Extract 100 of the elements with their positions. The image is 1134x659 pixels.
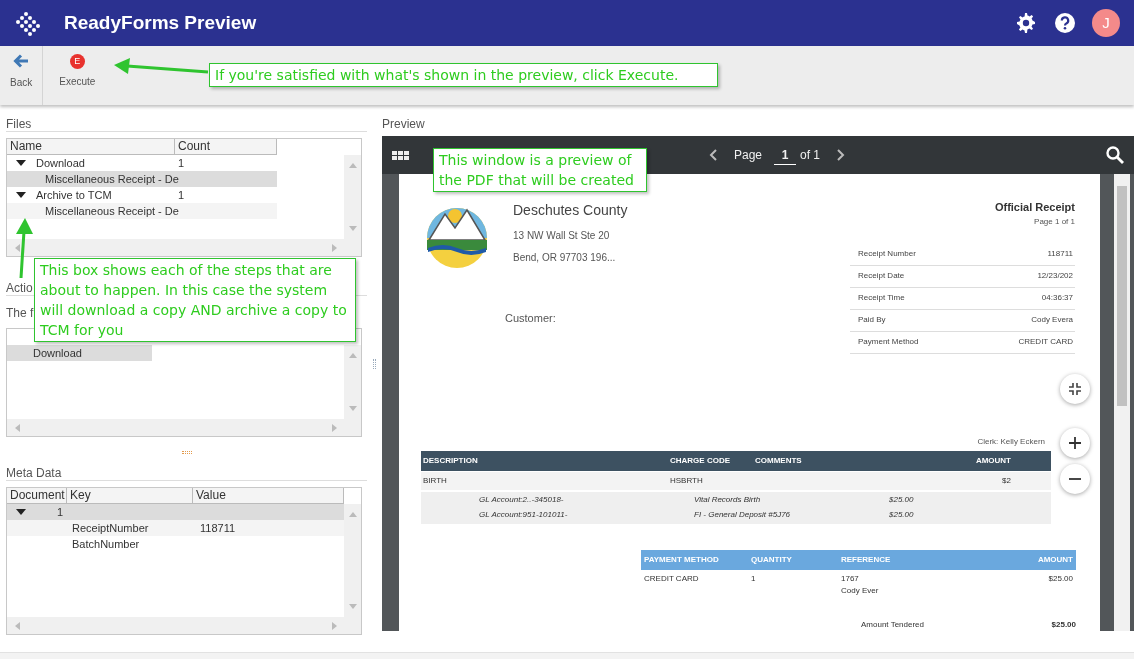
callout-note: This box shows each of the steps that are about to happen. In this case the system will download a copy AND archive a copy to TCM for you <box>34 258 356 342</box>
settings-icon[interactable] <box>1014 11 1038 35</box>
gl-account: GL Account:2..-345018- <box>478 494 565 506</box>
column-header: CHARGE CODE <box>670 454 731 467</box>
action-row[interactable]: Download <box>7 345 152 361</box>
info-label: Receipt Time <box>858 292 905 304</box>
page-note: Page 1 of 1 <box>1033 215 1075 228</box>
gl-account: GL Account:951-101011- <box>478 509 569 521</box>
info-value: CREDIT CARD <box>1018 336 1073 348</box>
app-title: ReadyForms Preview <box>64 10 257 35</box>
value-cell-text: 118711 <box>199 521 236 536</box>
column-header[interactable]: Key <box>67 488 193 504</box>
thumbnails-icon[interactable] <box>392 150 409 160</box>
vertical-scrollbar[interactable] <box>344 345 361 419</box>
section-label: Meta Data <box>6 464 367 481</box>
scroll-left-icon[interactable] <box>15 243 20 252</box>
back-button[interactable]: Back <box>0 46 43 104</box>
section-text: The f <box>6 306 34 320</box>
address-line: 13 NW Wall St Ste 20 <box>513 229 611 243</box>
scroll-down-icon[interactable] <box>348 604 357 609</box>
page-number-field[interactable]: 1 <box>774 145 797 165</box>
table-cell-text: BIRTH <box>422 474 448 487</box>
callout-note: This window is a preview of the PDF that will be created <box>433 148 647 192</box>
vertical-scrollbar[interactable] <box>1114 174 1130 631</box>
row-label: Archive to TCM <box>36 189 112 201</box>
table-cell-text: Cody Ever <box>841 584 880 597</box>
tree-row[interactable]: 1 <box>7 504 344 520</box>
fit-page-icon <box>1068 382 1082 396</box>
horizontal-scrollbar[interactable] <box>7 239 361 256</box>
column-header: AMOUNT <box>975 454 1012 467</box>
previous-page-icon[interactable] <box>709 149 718 161</box>
column-header: AMOUNT <box>1037 553 1074 566</box>
column-header: COMMENTS <box>755 454 803 467</box>
scroll-right-icon[interactable] <box>332 621 337 630</box>
scroll-right-icon[interactable] <box>332 423 337 432</box>
scroll-down-icon[interactable] <box>348 406 357 411</box>
file-row[interactable]: Miscellaneous Receipt - De <box>7 203 277 219</box>
column-header[interactable]: Count <box>175 139 277 155</box>
callout-note: If you're satisfied with what's shown in the preview, click Execute. <box>209 63 718 87</box>
column-header: DESCRIPTION <box>422 454 479 467</box>
info-value: 118711 <box>1047 248 1073 260</box>
scroll-left-icon[interactable] <box>15 621 20 630</box>
info-value: 12/23/202 <box>1037 270 1073 282</box>
scroll-up-icon[interactable] <box>348 512 357 517</box>
vertical-scrollbar[interactable] <box>344 504 361 617</box>
help-icon[interactable] <box>1054 12 1076 34</box>
vertical-scrollbar[interactable] <box>344 155 361 239</box>
scroll-up-icon[interactable] <box>348 353 357 358</box>
scroll-up-icon[interactable] <box>348 163 357 168</box>
execute-badge: E <box>69 54 85 69</box>
column-header[interactable]: Name <box>7 139 175 155</box>
back-arrow-icon <box>12 52 31 70</box>
column-header: PAYMENT METHOD <box>643 553 720 566</box>
column-header[interactable]: Value <box>193 488 344 504</box>
clerk-name: Clerk: Kelly Eckern <box>976 435 1046 448</box>
table-cell-text: $2 <box>1002 474 1012 487</box>
table-cell: 1767 <box>841 573 859 583</box>
gl-comment: FI - General Deposit #5J76 <box>694 509 792 521</box>
horizontal-scrollbar[interactable] <box>7 419 361 436</box>
scroll-right-icon[interactable] <box>332 243 337 252</box>
info-label: Receipt Number <box>858 248 916 260</box>
search-icon[interactable] <box>1106 146 1124 164</box>
document-number: 1 <box>57 505 64 520</box>
scroll-left-icon[interactable] <box>15 423 20 432</box>
key-cell-text: ReceiptNumber <box>71 521 150 536</box>
page-label: Page <box>734 147 763 164</box>
gl-amount: $25.00 <box>889 509 914 521</box>
horizontal-scrollbar[interactable] <box>7 617 361 634</box>
info-value: Cody Evera <box>1031 314 1073 326</box>
info-label: Paid By <box>858 314 886 326</box>
next-page-icon[interactable] <box>836 149 846 161</box>
table-cell-text: 1 <box>751 572 757 585</box>
customer-label: Customer: <box>505 311 557 326</box>
splitter-handle[interactable] <box>181 451 192 454</box>
count-cell-text: 1 <box>177 156 186 171</box>
table-cell-text: HSBRTH <box>670 474 704 487</box>
info-label: Payment Method <box>858 336 919 348</box>
tendered-label: Amount Tendered <box>861 618 924 631</box>
column-header[interactable]: Document <box>7 488 67 504</box>
table-cell-text: CREDIT CARD <box>643 572 700 585</box>
info-label: Receipt Date <box>858 270 905 282</box>
table-cell-text: $25.00 <box>1048 572 1074 585</box>
file-row[interactable]: Miscellaneous Receipt - De <box>7 171 277 187</box>
address-line: Bend, OR 97703 196... <box>513 251 617 265</box>
splitter-handle[interactable] <box>373 359 376 369</box>
info-value: 04:36:37 <box>1041 292 1073 304</box>
section-label: Files <box>6 115 367 132</box>
section-label: Preview <box>382 116 426 132</box>
pointer-arrow <box>14 217 34 279</box>
key-cell-text: BatchNumber <box>71 537 141 552</box>
receipt-title: Official Receipt <box>993 200 1075 215</box>
gl-amount: $25.00 <box>889 494 914 506</box>
column-header: REFERENCE <box>841 553 892 566</box>
zoom-in-icon <box>1068 436 1082 450</box>
gl-comment: Vital Records Birth <box>694 494 762 506</box>
execute-button[interactable]: E Execute <box>43 46 112 104</box>
count-cell-text: 1 <box>177 188 186 203</box>
scroll-down-icon[interactable] <box>348 226 357 231</box>
county-name: Deschutes County <box>513 201 628 220</box>
tendered-amount: $25.00 <box>1051 618 1076 631</box>
